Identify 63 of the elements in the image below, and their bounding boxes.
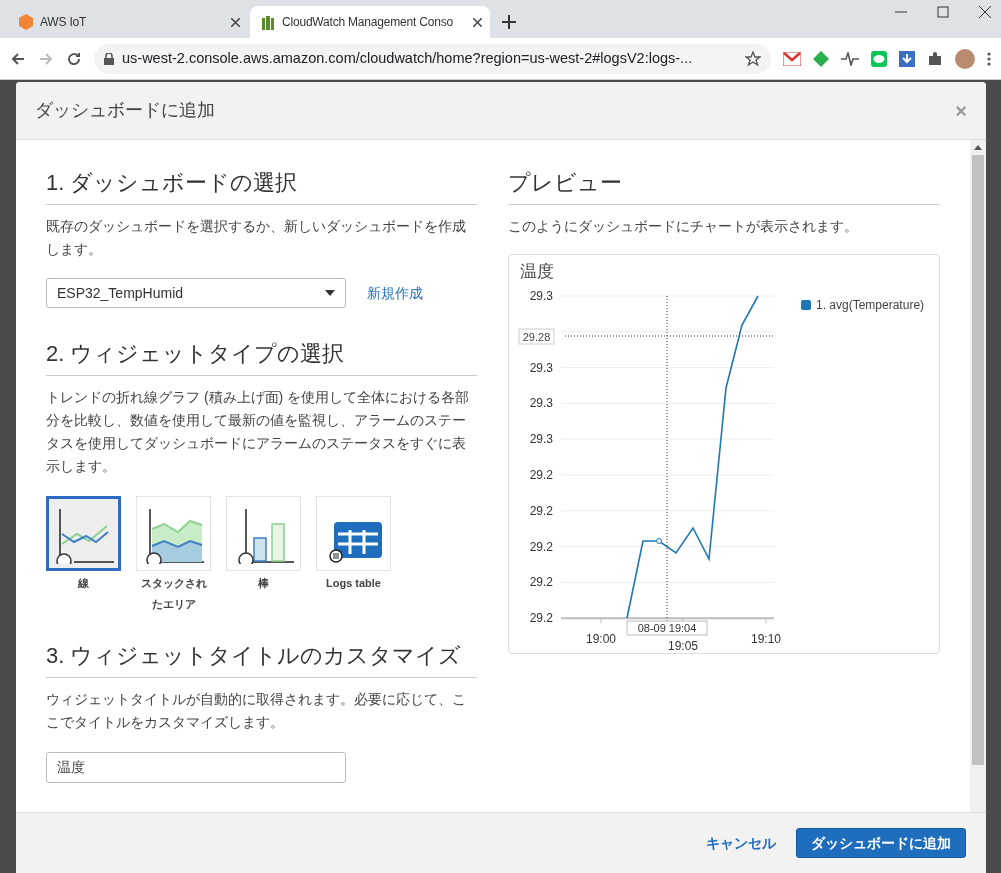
x-axis-label: 19:00 (586, 632, 616, 646)
section-description: トレンドの折れ線グラフ (積み上げ面) を使用して全体における各部分を比較し、数値を使用して最新の値を監視し、アラームのステータスを使用してダッシュボードにアラームのステータスをすぐに表示します。 (46, 388, 471, 476)
widget-type-label: スタックされたエリア (139, 576, 208, 612)
y-axis-label: 29.3 (529, 360, 553, 375)
reload-icon[interactable] (66, 50, 82, 67)
menu-icon[interactable] (987, 51, 991, 66)
maximize-icon[interactable] (937, 6, 949, 18)
cube-icon (18, 14, 34, 30)
title-field[interactable]: 温度 (46, 752, 346, 783)
download-icon[interactable] (899, 50, 915, 67)
add-to-dashboard-button[interactable]: ダッシュボードに追加 (796, 828, 966, 858)
hover-time-label: 08-09 19:04 (626, 620, 708, 636)
chart-title: 温度 (520, 262, 554, 281)
y-axis-label: 29.3 (529, 396, 553, 411)
y-axis-label: 29.3 (529, 432, 553, 447)
back-icon[interactable] (10, 50, 26, 67)
y-axis-label: 29.2 (529, 539, 553, 554)
widget-type-label: 棒 (258, 576, 269, 591)
y-axis-label: 29.3 (529, 289, 553, 303)
dialog-title: ダッシュボードに追加 (35, 99, 215, 122)
section-heading: プレビュー (508, 168, 940, 205)
section-description: ウィジェットタイトルが自動的に取得されます。必要に応じて、ここでタイトルをカスタマイズします。 (46, 690, 467, 732)
bars-icon (260, 14, 276, 30)
x-axis-label: 19:05 (668, 639, 698, 653)
lock-icon (104, 52, 114, 65)
avatar[interactable] (955, 48, 975, 69)
url-text: us-west-2.console.aws.amazon.com/cloudwatch/home?region=us-west-2#logsV2:logs-... (122, 48, 694, 68)
close-icon[interactable] (231, 17, 240, 27)
address-bar[interactable]: us-west-2.console.aws.amazon.com/cloudwatch/home?region=us-west-2#logsV2:logs-... (94, 43, 771, 74)
tab-title: AWS IoT (40, 14, 88, 31)
widget-type-label: Logs table (326, 576, 381, 591)
crosshair-value-label: 29.28 (518, 328, 555, 345)
dashboard-dropdown[interactable]: ESP32_TempHumid (46, 278, 346, 308)
tab-title: CloudWatch Management Conso (282, 14, 454, 31)
close-icon[interactable] (473, 17, 482, 27)
section-heading: 2. ウィジェットタイプの選択 (46, 339, 477, 376)
mail-icon[interactable] (783, 51, 801, 66)
diamond-icon[interactable] (813, 50, 829, 67)
puzzle-icon[interactable] (927, 50, 943, 67)
close-icon[interactable] (979, 6, 991, 18)
star-icon[interactable] (745, 50, 761, 67)
caret-icon (325, 290, 335, 296)
widget-type-label: 線 (78, 576, 89, 591)
browser-tab[interactable]: CloudWatch Management Conso (250, 6, 490, 38)
hover-point (656, 538, 662, 544)
create-link[interactable]: 新規作成 (367, 282, 423, 304)
y-axis-label: 29.2 (529, 468, 553, 482)
section-heading: 1. ダッシュボードの選択 (46, 168, 477, 205)
legend-label: 1. avg(Temperature) (816, 298, 925, 312)
section-description: 既存のダッシュボードを選択するか、新しいダッシュボードを作成します。 (46, 217, 467, 259)
widget-type-option[interactable] (46, 496, 121, 571)
new-tab-icon[interactable] (502, 15, 516, 29)
pulse-icon[interactable] (841, 51, 859, 66)
y-axis-label: 29.2 (529, 503, 553, 518)
scrollbar[interactable] (970, 140, 986, 812)
y-axis-label: 29.2 (529, 611, 553, 626)
y-axis-label: 29.2 (529, 575, 553, 590)
scroll-up-icon[interactable] (974, 145, 982, 150)
section-heading: 3. ウィジェットタイトルのカスタマイズ (46, 641, 477, 678)
x-axis-label: 19:10 (751, 632, 781, 646)
section-description: このようにダッシュボードにチャートが表示されます。 (508, 217, 859, 236)
cancel-button[interactable]: キャンセル (698, 828, 784, 858)
browser-tab[interactable]: AWS IoT (8, 6, 248, 38)
